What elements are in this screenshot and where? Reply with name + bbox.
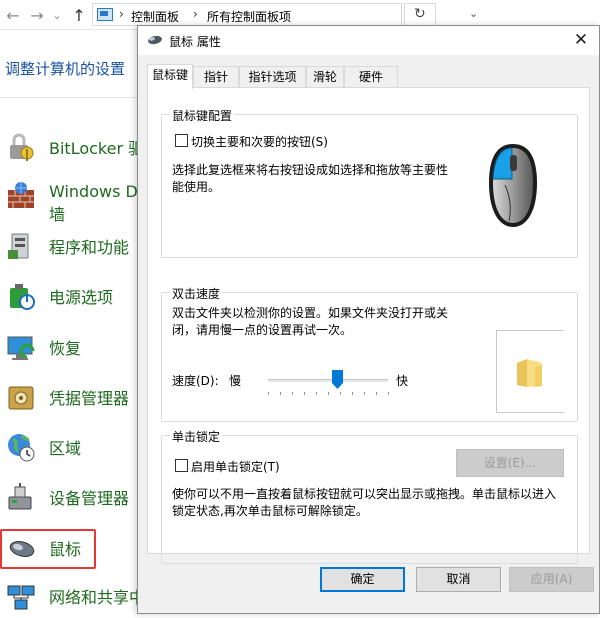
fast-label: 快 xyxy=(396,374,409,388)
slider-tick xyxy=(376,392,377,395)
double-click-group: 双击速度 双击文件夹以检测你的设置。如果文件夹没打开或关闭，请用慢一点的设置再试… xyxy=(161,285,578,422)
breadcrumb-all-items[interactable]: 所有控制面板项 xyxy=(207,8,291,25)
recent-dropdown-icon[interactable]: ⌄ xyxy=(48,9,66,22)
switch-buttons-label[interactable]: 切换主要和次要的按钮(S) xyxy=(191,133,328,150)
double-click-description: 双击文件夹以检测你的设置。如果文件夹没打开或关闭，请用慢一点的设置再试一次。 xyxy=(172,306,449,337)
slider-tick xyxy=(352,392,353,395)
mouse-properties-dialog: 鼠标 属性 ✕ 鼠标键 指针 指针选项 滑轮 硬件 鼠标键配置 切换主要和次要的… xyxy=(137,25,600,614)
cp-item-label: Windows D xyxy=(49,182,138,201)
cp-item-label: 电源选项 xyxy=(49,288,114,307)
refresh-button[interactable]: ↻ xyxy=(404,3,436,26)
slider-tick xyxy=(364,392,365,395)
credential-manager-icon xyxy=(8,386,34,410)
button-config-group: 鼠标键配置 切换主要和次要的按钮(S) 选择此复选框来将右按钮设成如选择和拖放等… xyxy=(161,107,578,258)
test-folder-area[interactable] xyxy=(496,330,564,413)
recovery-icon xyxy=(7,336,35,360)
slider-tick xyxy=(280,392,281,395)
cp-item-device-manager[interactable]: 设备管理器 xyxy=(0,477,140,519)
network-icon xyxy=(7,585,35,610)
close-button[interactable]: ✕ xyxy=(568,28,594,52)
mouse-icon xyxy=(148,35,162,45)
device-manager-icon xyxy=(8,483,32,510)
breadcrumb-separator-icon[interactable]: › xyxy=(193,7,198,21)
cp-item-credential-manager[interactable]: 凭据管理器 xyxy=(0,377,140,419)
cp-item-region[interactable]: 区域 xyxy=(0,427,140,469)
slider-tick xyxy=(304,392,305,395)
speed-slider-thumb[interactable] xyxy=(332,370,344,389)
click-lock-group: 单击锁定 启用单击锁定(T) 设置(E)... 使你可以不用一直按着鼠标按钮就可… xyxy=(161,428,578,564)
tab-pointers[interactable]: 指针 xyxy=(193,66,239,87)
slider-tick xyxy=(388,392,389,395)
forward-arrow-icon[interactable]: → xyxy=(28,6,46,25)
cp-item-label-line2: 墙 xyxy=(49,205,66,224)
tab-panel-buttons: 鼠标键配置 切换主要和次要的按钮(S) 选择此复选框来将右按钮设成如选择和拖放等… xyxy=(147,87,590,564)
speed-label: 速度(D): xyxy=(172,374,219,388)
tab-buttons[interactable]: 鼠标键 xyxy=(147,64,193,89)
folder-icon[interactable] xyxy=(515,357,545,389)
click-lock-settings-button[interactable]: 设置(E)... xyxy=(456,449,564,477)
slider-tick xyxy=(268,392,269,395)
cp-item-firewall[interactable]: Windows D 墙 xyxy=(0,174,140,224)
divider xyxy=(0,97,140,98)
apply-button[interactable]: 应用(A) xyxy=(509,567,594,592)
cp-item-label: BitLocker 驱 xyxy=(49,139,145,158)
cp-item-bitlocker[interactable]: BitLocker 驱 xyxy=(0,127,144,169)
address-box[interactable]: › 控制面板 › 所有控制面板项 ⌄ xyxy=(92,3,478,26)
switch-buttons-checkbox[interactable] xyxy=(175,134,188,147)
slider-tick xyxy=(340,392,341,395)
cp-item-label: 网络和共享中 xyxy=(49,588,146,607)
highlight-box xyxy=(0,529,96,569)
click-lock-description: 使你可以不用一直按着鼠标按钮就可以突出显示或拖拽。单击鼠标以进入锁定状态,再次单… xyxy=(172,487,557,518)
tab-wheel[interactable]: 滑轮 xyxy=(306,66,344,87)
cp-item-network[interactable]: 网络和共享中 xyxy=(0,576,145,618)
slider-tick xyxy=(292,392,293,395)
control-panel-icon xyxy=(97,8,113,21)
bitlocker-icon xyxy=(10,133,34,161)
power-options-icon xyxy=(10,284,35,310)
group-title: 双击速度 xyxy=(170,285,223,302)
up-arrow-icon[interactable]: ↑ xyxy=(70,6,88,25)
address-dropdown-icon[interactable]: ⌄ xyxy=(469,7,478,20)
cp-item-label: 恢复 xyxy=(49,339,82,358)
slider-tick xyxy=(328,392,329,395)
tab-pointer-options[interactable]: 指针选项 xyxy=(239,66,306,87)
firewall-icon xyxy=(8,182,34,208)
ok-button[interactable]: 确定 xyxy=(320,567,405,592)
cancel-button[interactable]: 取消 xyxy=(416,567,501,592)
cp-item-power[interactable]: 电源选项 xyxy=(0,276,140,318)
cp-item-label: 区域 xyxy=(49,439,82,458)
slider-tick xyxy=(316,392,317,395)
button-config-description: 选择此复选框来将右按钮设成如选择和拖放等主要性能使用。 xyxy=(172,163,449,194)
tab-hardware[interactable]: 硬件 xyxy=(344,66,398,87)
cp-item-programs[interactable]: 程序和功能 xyxy=(0,226,140,268)
cp-item-label: 凭据管理器 xyxy=(49,389,130,408)
click-lock-checkbox[interactable] xyxy=(175,459,188,472)
speed-slider-track[interactable] xyxy=(268,379,388,382)
refresh-icon: ↻ xyxy=(414,6,426,22)
group-title: 单击锁定 xyxy=(170,428,223,445)
programs-icon xyxy=(8,233,29,259)
group-title: 鼠标键配置 xyxy=(170,107,235,124)
breadcrumb-control-panel[interactable]: 控制面板 xyxy=(131,8,179,25)
dialog-titlebar[interactable]: 鼠标 属性 ✕ xyxy=(138,26,599,55)
slow-label: 慢 xyxy=(229,374,242,388)
click-lock-label[interactable]: 启用单击锁定(T) xyxy=(191,458,280,475)
back-arrow-icon[interactable]: ← xyxy=(4,6,22,25)
mouse-illustration-icon xyxy=(489,144,537,227)
dialog-title: 鼠标 属性 xyxy=(169,35,221,49)
page-title: 调整计算机的设置 xyxy=(5,60,126,78)
cp-item-label: 设备管理器 xyxy=(49,489,130,508)
cp-item-label: 程序和功能 xyxy=(49,238,130,257)
cp-item-recovery[interactable]: 恢复 xyxy=(0,327,140,369)
region-icon xyxy=(8,434,35,462)
breadcrumb-separator-icon[interactable]: › xyxy=(119,7,124,21)
